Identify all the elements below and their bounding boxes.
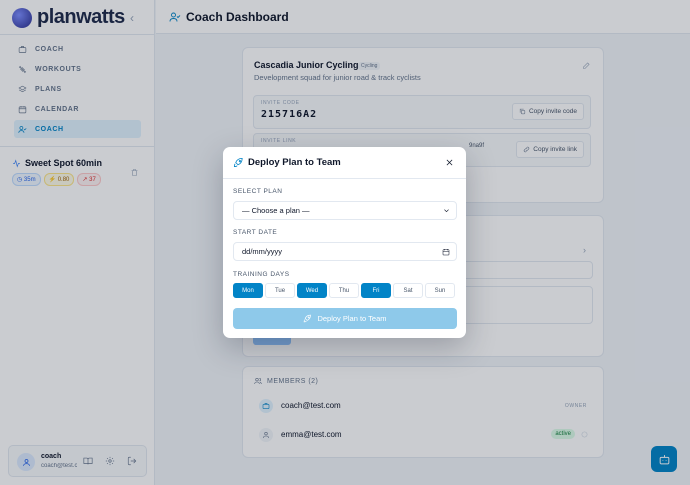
start-date-input[interactable]: dd/mm/yyyy <box>233 242 457 261</box>
plan-select-value: — Choose a plan — <box>242 206 310 215</box>
training-days-label: TRAINING DAYS <box>233 271 290 278</box>
rocket-icon <box>233 157 243 168</box>
calendar-icon[interactable] <box>442 248 450 256</box>
dialog-title: Deploy Plan to Team <box>248 157 341 168</box>
deploy-plan-label: Deploy Plan to Team <box>317 314 387 323</box>
day-toggle-sun[interactable]: Sun <box>425 283 455 298</box>
dialog-header: Deploy Plan to Team <box>223 147 466 179</box>
rocket-icon <box>304 314 312 323</box>
start-date-label: START DATE <box>233 229 278 236</box>
day-toggle-sat[interactable]: Sat <box>393 283 423 298</box>
chevron-down-icon <box>444 209 449 213</box>
day-toggle-fri[interactable]: Fri <box>361 283 391 298</box>
deploy-plan-button[interactable]: Deploy Plan to Team <box>233 308 457 329</box>
training-days-toggle-group: Mon Tue Wed Thu Fri Sat Sun <box>233 283 455 298</box>
plan-select[interactable]: — Choose a plan — <box>233 201 457 220</box>
day-toggle-wed[interactable]: Wed <box>297 283 327 298</box>
day-toggle-mon[interactable]: Mon <box>233 283 263 298</box>
close-icon[interactable] <box>445 158 454 167</box>
day-toggle-tue[interactable]: Tue <box>265 283 295 298</box>
select-plan-label: SELECT PLAN <box>233 188 283 195</box>
deploy-plan-dialog: Deploy Plan to Team SELECT PLAN — Choose… <box>223 147 466 338</box>
start-date-placeholder: dd/mm/yyyy <box>242 247 283 256</box>
day-toggle-thu[interactable]: Thu <box>329 283 359 298</box>
